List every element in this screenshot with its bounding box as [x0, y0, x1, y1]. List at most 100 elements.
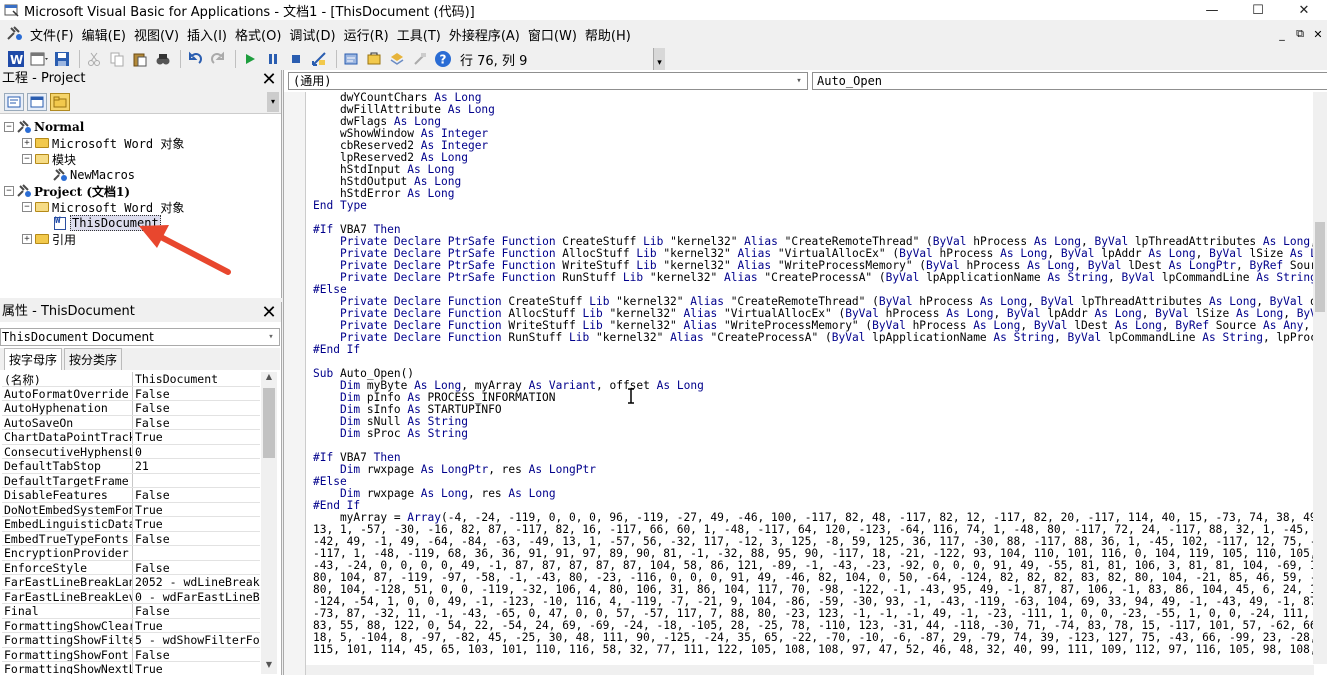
property-value[interactable]: True: [133, 517, 260, 531]
maximize-button[interactable]: ☐: [1235, 0, 1281, 20]
mdi-close-button[interactable]: ✕: [1309, 28, 1327, 41]
save-icon[interactable]: [52, 49, 72, 69]
close-project-pane-button[interactable]: ✕: [259, 71, 279, 91]
code-line[interactable]: [313, 212, 1313, 224]
property-row[interactable]: FarEastLineBreakLang 2052 - wdLineBreakS: [2, 575, 260, 590]
close-window-button[interactable]: ✕: [1281, 0, 1327, 20]
code-vertical-scrollbar[interactable]: [1313, 92, 1327, 664]
scroll-down-arrow[interactable]: ▼: [261, 660, 277, 674]
menu-help[interactable]: 帮助(H): [581, 25, 635, 44]
undo-icon[interactable]: [185, 49, 205, 69]
object-browser-icon[interactable]: [387, 49, 407, 69]
property-row[interactable]: EnforceStyle False: [2, 560, 260, 575]
property-value[interactable]: False: [133, 532, 260, 546]
collapse-icon[interactable]: −: [4, 122, 14, 132]
menu-insert[interactable]: 插入(I): [183, 25, 231, 44]
minimize-button[interactable]: —: [1189, 0, 1235, 20]
tab-categorized[interactable]: 按分类序: [64, 348, 123, 370]
code-line[interactable]: Dim sProc As String: [313, 428, 1313, 440]
tree-node-normal[interactable]: − Normal: [4, 119, 84, 135]
tree-node-modules[interactable]: − 模块: [22, 151, 76, 167]
property-row[interactable]: FormattingShowClear True: [2, 618, 260, 633]
property-row[interactable]: FormattingShowFont False: [2, 647, 260, 662]
property-value[interactable]: True: [133, 662, 260, 674]
code-margin-indicator-bar[interactable]: [284, 92, 306, 675]
redo-icon[interactable]: [208, 49, 228, 69]
property-row[interactable]: AutoSaveOn False: [2, 415, 260, 430]
code-line[interactable]: Private Declare PtrSafe Function RunStuf…: [313, 272, 1313, 284]
copy-icon[interactable]: [107, 49, 127, 69]
scroll-up-arrow[interactable]: ▲: [261, 372, 277, 386]
property-row[interactable]: DefaultTargetFrame: [2, 473, 260, 488]
property-value[interactable]: True: [133, 619, 260, 633]
code-line[interactable]: #End If: [313, 344, 1313, 356]
object-combo[interactable]: (通用) ▾: [288, 72, 808, 90]
property-value[interactable]: 0: [133, 445, 260, 459]
menu-addins[interactable]: 外接程序(A): [445, 25, 524, 44]
code-line[interactable]: Private Declare Function RunStuff Lib "k…: [313, 332, 1313, 344]
view-object-button[interactable]: [27, 92, 47, 111]
property-row[interactable]: AutoFormatOverride False: [2, 386, 260, 401]
property-row[interactable]: EmbedTrueTypeFonts False: [2, 531, 260, 546]
code-line[interactable]: lpReserved2 As Long: [313, 152, 1313, 164]
insert-userform-icon[interactable]: [29, 49, 49, 69]
code-editor[interactable]: dwYCountChars As Long dwFillAttribute As…: [313, 92, 1313, 664]
property-row[interactable]: FarEastLineBreakLeve 0 - wdFarEastLineBr: [2, 589, 260, 604]
menu-edit[interactable]: 编辑(E): [78, 25, 130, 44]
property-value[interactable]: [133, 546, 260, 560]
view-code-button[interactable]: [4, 92, 24, 111]
code-line[interactable]: [313, 440, 1313, 452]
code-line[interactable]: Dim rwxpage As Long, res As Long: [313, 488, 1313, 500]
collapse-icon[interactable]: −: [22, 154, 32, 164]
property-row[interactable]: FormattingShowFilter 5 - wdShowFilterFor: [2, 633, 260, 648]
property-row[interactable]: (名称) ThisDocument: [2, 372, 260, 387]
code-line[interactable]: dwFillAttribute As Long: [313, 104, 1313, 116]
property-value[interactable]: ThisDocument: [133, 372, 260, 386]
menu-format[interactable]: 格式(O): [231, 25, 285, 44]
break-icon[interactable]: [263, 49, 283, 69]
code-line[interactable]: Dim rwxpage As LongPtr, res As LongPtr: [313, 464, 1313, 476]
property-value[interactable]: True: [133, 503, 260, 517]
property-value[interactable]: False: [133, 416, 260, 430]
property-value[interactable]: True: [133, 430, 260, 444]
property-row[interactable]: DisableFeatures False: [2, 488, 260, 503]
expand-icon[interactable]: +: [22, 234, 32, 244]
help-icon[interactable]: ?: [433, 49, 453, 69]
collapse-icon[interactable]: −: [22, 202, 32, 212]
tree-node-references[interactable]: + 引用: [22, 231, 76, 247]
property-row[interactable]: EncryptionProvider: [2, 546, 260, 561]
close-properties-pane-button[interactable]: ✕: [259, 303, 279, 323]
menu-window[interactable]: 窗口(W): [524, 25, 581, 44]
menu-file[interactable]: 文件(F): [26, 25, 78, 44]
menu-view[interactable]: 视图(V): [130, 25, 183, 44]
tree-node-doc1-word-objects[interactable]: − Microsoft Word 对象: [22, 199, 184, 215]
code-line[interactable]: 115, 101, 114, 45, 65, 103, 101, 110, 11…: [313, 644, 1313, 656]
tree-node-normal-word-objects[interactable]: + Microsoft Word 对象: [22, 135, 184, 151]
property-row[interactable]: Final False: [2, 604, 260, 619]
property-value[interactable]: [133, 474, 260, 488]
property-value[interactable]: 2052 - wdLineBreakS: [133, 575, 260, 589]
design-mode-icon[interactable]: [309, 49, 329, 69]
find-icon[interactable]: [153, 49, 173, 69]
expand-icon[interactable]: +: [22, 138, 32, 148]
toolbar-overflow-handle[interactable]: ▾: [653, 48, 665, 70]
property-value[interactable]: False: [133, 604, 260, 618]
word-view-icon[interactable]: W: [6, 49, 26, 69]
run-icon[interactable]: [240, 49, 260, 69]
property-value[interactable]: False: [133, 401, 260, 415]
menu-debug[interactable]: 调试(D): [285, 25, 339, 44]
code-line[interactable]: hStdOutput As Long: [313, 176, 1313, 188]
property-value[interactable]: False: [133, 648, 260, 662]
collapse-icon[interactable]: −: [4, 186, 14, 196]
property-value[interactable]: False: [133, 488, 260, 502]
property-value[interactable]: 21: [133, 459, 260, 473]
scroll-thumb[interactable]: [263, 388, 275, 458]
code-line[interactable]: End Type: [313, 200, 1313, 212]
code-line[interactable]: hStdInput As Long: [313, 164, 1313, 176]
procedure-combo[interactable]: Auto_Open: [812, 72, 1327, 90]
toggle-folders-button[interactable]: [50, 92, 70, 111]
menu-run[interactable]: 运行(R): [340, 25, 393, 44]
code-horizontal-scrollbar[interactable]: [306, 665, 1314, 675]
mdi-restore-button[interactable]: ⧉: [1291, 27, 1309, 41]
project-explorer-icon[interactable]: [341, 49, 361, 69]
